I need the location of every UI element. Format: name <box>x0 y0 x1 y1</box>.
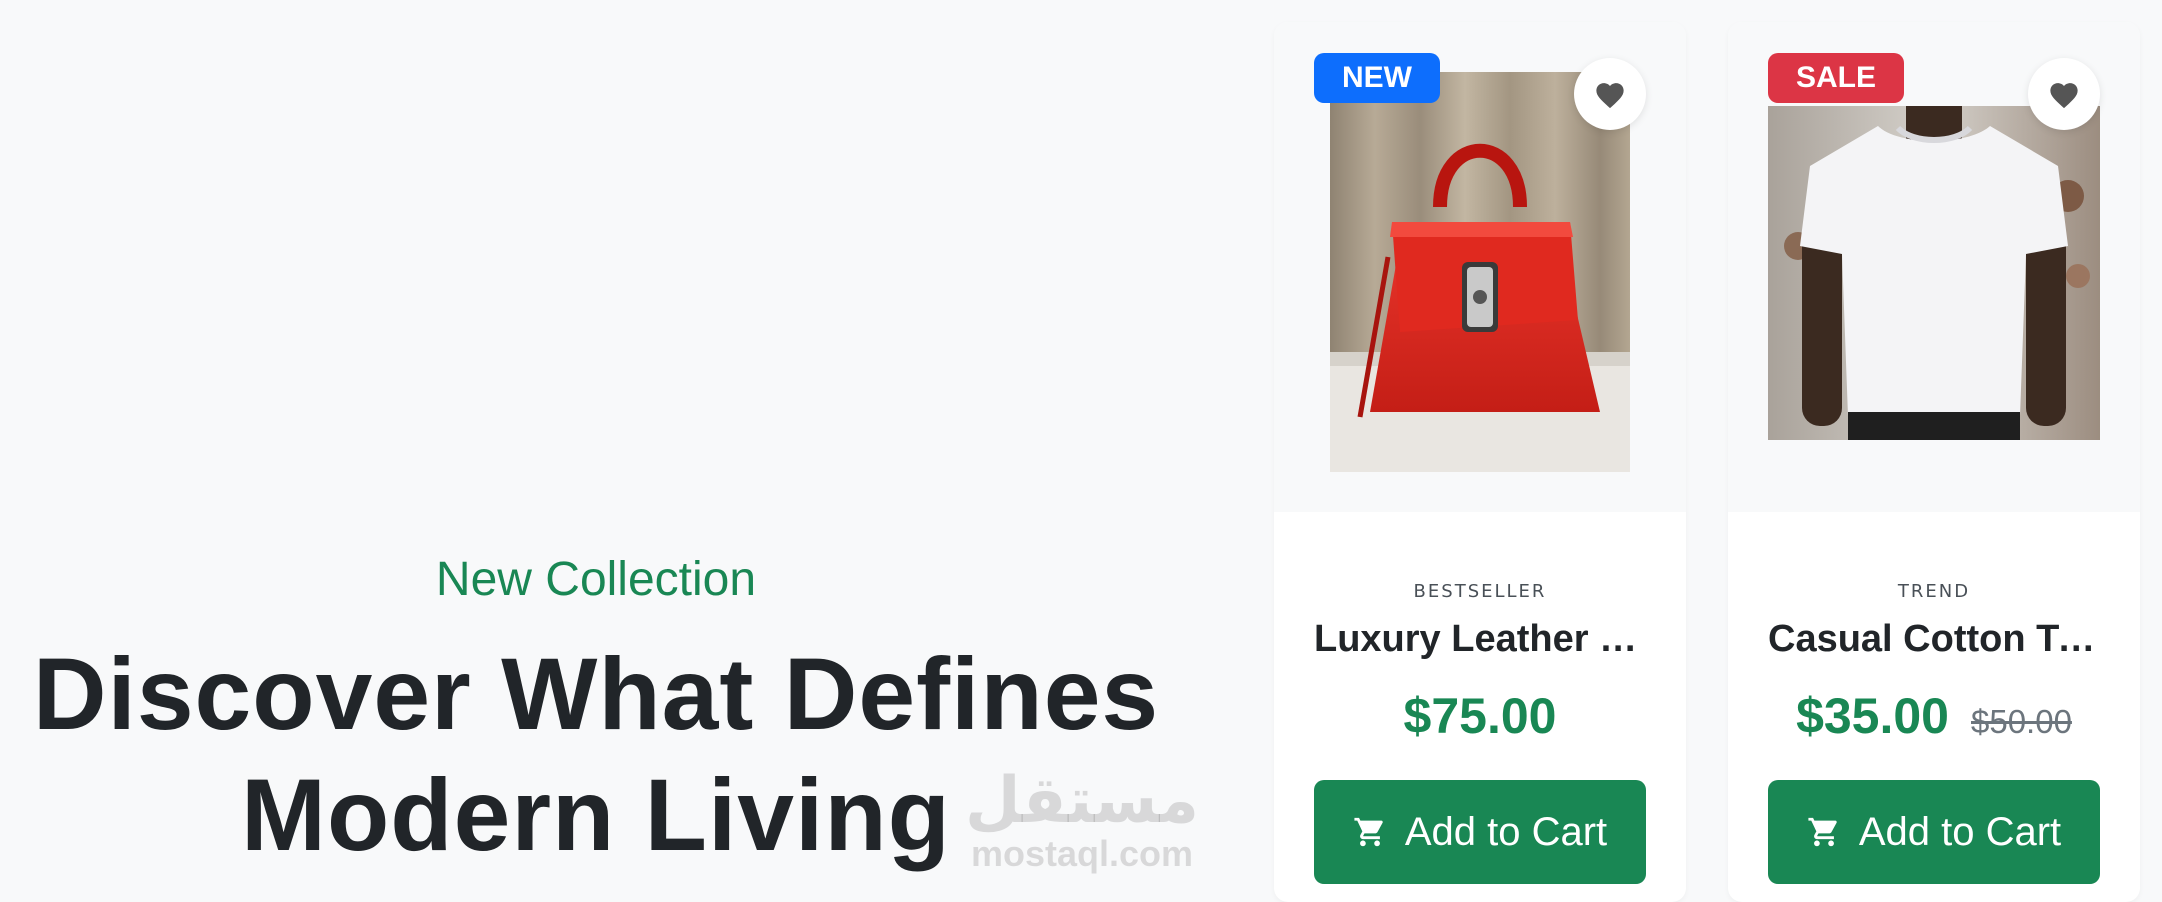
favorite-button[interactable] <box>1574 58 1646 130</box>
add-to-cart-button[interactable]: Add to Cart <box>1768 780 2100 884</box>
product-image-t-shirt[interactable] <box>1768 106 2100 440</box>
add-to-cart-label: Add to Cart <box>1404 809 1608 854</box>
hero-title-line-2: Modern Living <box>241 758 951 872</box>
sale-badge: SALE <box>1768 53 1905 103</box>
product-media: SALE <box>1728 22 2140 512</box>
product-old-price: $50.00 <box>1971 703 2072 740</box>
cart-icon <box>1807 815 1841 849</box>
heart-icon <box>1596 83 1624 109</box>
product-price: $75.00 <box>1403 688 1557 744</box>
favorite-button[interactable] <box>2028 58 2100 130</box>
hero-title-line-1: Discover What Defines <box>32 637 1160 751</box>
product-media: NEW <box>1274 22 1686 512</box>
hero-section: New Collection Discover What Defines Mod… <box>0 0 1220 886</box>
price-row: $75.00 <box>1274 684 1686 748</box>
heart-icon <box>2050 83 2078 109</box>
price-row: $35.00 $50.00 <box>1728 684 2140 748</box>
watermark-latin-text: mostaql.com <box>970 833 1194 874</box>
product-name[interactable]: Luxury Leather Handbag <box>1314 612 1646 666</box>
add-to-cart-button[interactable]: Add to Cart <box>1314 780 1646 884</box>
product-info: BESTSELLER Luxury Leather Handbag $75.00… <box>1274 512 1686 884</box>
product-price: $35.00 <box>1796 688 1949 744</box>
product-card[interactable]: NEW BESTSELLER Luxury Leather Ha $75.00 … <box>1274 22 1686 902</box>
hero-subtitle: New Collection <box>435 553 757 606</box>
cart-icon <box>1353 815 1387 849</box>
product-card[interactable]: SALE TREND Casual Cotton T-S $35.00 $50.… <box>1728 22 2140 902</box>
product-image-handbag[interactable] <box>1330 72 1630 472</box>
watermark-arabic-text: مستقل <box>964 764 1200 838</box>
product-category: TREND <box>1897 581 1971 602</box>
product-category: BESTSELLER <box>1413 581 1547 602</box>
product-name[interactable]: Casual Cotton T-Shirt <box>1768 612 2100 666</box>
add-to-cart-label: Add to Cart <box>1858 809 2062 854</box>
product-info: TREND Casual Cotton T-Shirt $35.00 $50.0… <box>1728 512 2140 884</box>
new-badge: NEW <box>1314 53 1440 103</box>
watermark-logo: مستقل mostaql.com <box>962 766 1202 876</box>
